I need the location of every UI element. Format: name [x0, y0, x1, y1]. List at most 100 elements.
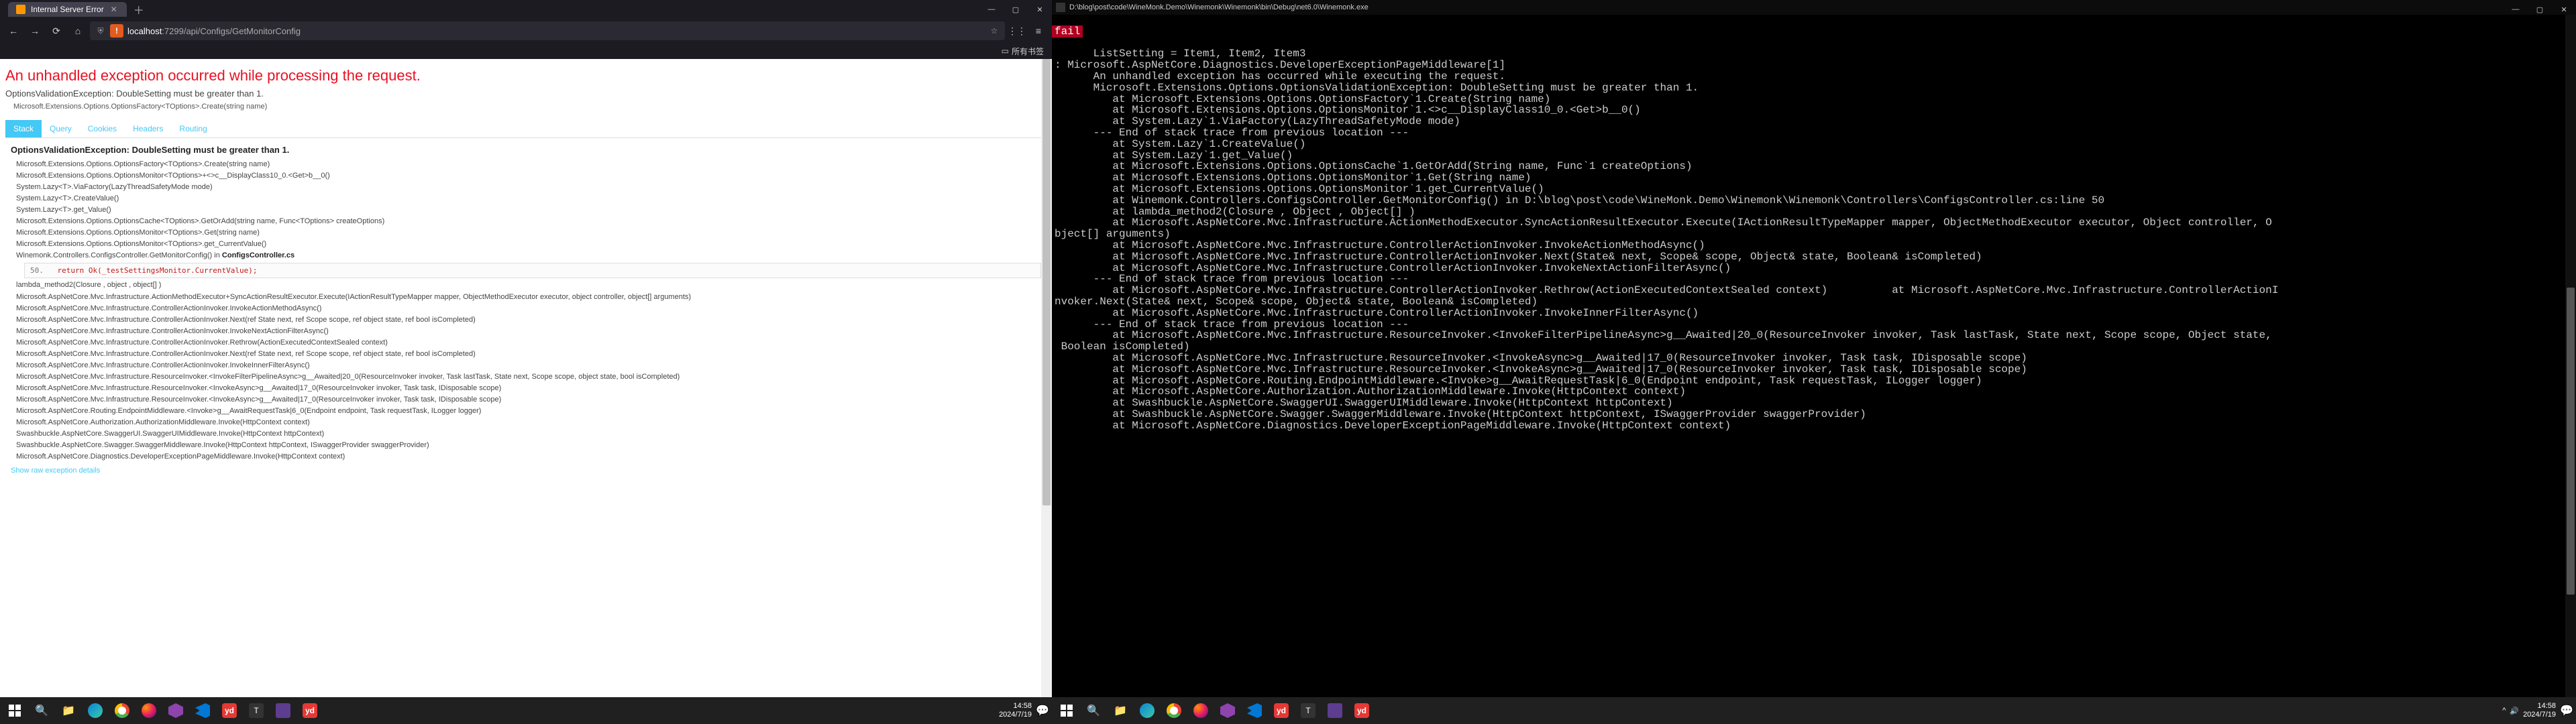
app-purple-icon[interactable]	[1323, 699, 1347, 723]
chrome-icon[interactable]	[110, 699, 134, 723]
user-frame[interactable]: Winemonk.Controllers.ConfigsController.G…	[16, 250, 1041, 261]
tab-cookies[interactable]: Cookies	[80, 120, 125, 137]
vscode-icon[interactable]	[191, 699, 215, 723]
stack-frame[interactable]: Microsoft.Extensions.Options.OptionsMoni…	[16, 170, 1041, 182]
stack-frames-bottom: lambda_method2(Closure , object , object…	[5, 280, 1046, 463]
tab-routing[interactable]: Routing	[171, 120, 215, 137]
stack-frame[interactable]: Microsoft.AspNetCore.Authorization.Autho…	[16, 417, 1041, 428]
window-minimize-icon[interactable]: ―	[979, 0, 1004, 19]
vs-icon[interactable]	[1216, 699, 1240, 723]
insecure-warn-icon[interactable]: !	[110, 24, 123, 38]
start-button[interactable]	[1055, 699, 1079, 723]
stack-frame[interactable]: Microsoft.AspNetCore.Routing.EndpointMid…	[16, 406, 1041, 417]
youdao2-icon[interactable]: yd	[298, 699, 322, 723]
stack-frame[interactable]: Swashbuckle.AspNetCore.Swagger.SwaggerMi…	[16, 440, 1041, 451]
stack-frame[interactable]: Microsoft.Extensions.Options.OptionsMoni…	[16, 239, 1041, 250]
page-scrollbar[interactable]	[1041, 59, 1052, 697]
url-bar[interactable]: ⛨ ! localhost:7299/api/Configs/GetMonito…	[90, 21, 1005, 40]
terminal-output[interactable]: fail ListSetting = Item1, Item2, Item3 :…	[1052, 15, 2576, 697]
terminal-titlebar: D:\blog\post\code\WineMonk.Demo\Winemonk…	[1052, 0, 2576, 15]
stack-frame[interactable]: Microsoft.Extensions.Options.OptionsFact…	[16, 159, 1041, 170]
terminal-scrollbar-thumb[interactable]	[2567, 288, 2575, 595]
stack-header: OptionsValidationException: DoubleSettin…	[5, 138, 1046, 159]
vscode-icon[interactable]	[1242, 699, 1267, 723]
notifications-icon[interactable]: 💬	[1036, 699, 1049, 723]
stack-frame[interactable]: Microsoft.AspNetCore.Mvc.Infrastructure.…	[16, 360, 1041, 371]
bookmark-label: 所有书签	[1012, 46, 1044, 57]
stack-frame[interactable]: Microsoft.AspNetCore.Mvc.Infrastructure.…	[16, 337, 1041, 349]
bookmark-all-folder[interactable]: ▭ 所有书签	[1002, 46, 1044, 57]
vs-icon[interactable]	[164, 699, 188, 723]
typora-icon[interactable]: T	[244, 699, 268, 723]
typora-icon[interactable]: T	[1296, 699, 1320, 723]
firefox-icon[interactable]	[1189, 699, 1213, 723]
edge-icon[interactable]	[83, 699, 107, 723]
clock-time: 14:58	[2523, 702, 2556, 711]
search-icon[interactable]: 🔍	[30, 699, 54, 723]
new-tab-button[interactable]: ＋	[131, 1, 147, 17]
code-snippet: 50. return Ok(_testSettingsMonitor.Curre…	[24, 263, 1041, 278]
terminal-title: D:\blog\post\code\WineMonk.Demo\Winemonk…	[1069, 3, 1368, 11]
browser-tab[interactable]: Internal Server Error ✕	[8, 2, 127, 17]
start-button[interactable]	[3, 699, 27, 723]
stack-frame[interactable]: System.Lazy<T>.get_Value()	[16, 204, 1041, 216]
terminal-app-icon	[1056, 3, 1065, 12]
stack-frame[interactable]: Microsoft.AspNetCore.Mvc.Infrastructure.…	[16, 292, 1041, 303]
stack-frame[interactable]: Microsoft.Extensions.Options.OptionsMoni…	[16, 227, 1041, 239]
system-tray[interactable]: ^ 🔊	[2502, 707, 2519, 715]
firefox-icon[interactable]	[137, 699, 161, 723]
extensions-icon[interactable]: ⋮⋮	[1008, 21, 1026, 40]
tab-stack[interactable]: Stack	[5, 120, 42, 137]
app-purple-icon[interactable]	[271, 699, 295, 723]
stack-frame[interactable]: Microsoft.AspNetCore.Mvc.Infrastructure.…	[16, 314, 1041, 326]
home-button[interactable]: ⌂	[68, 21, 87, 40]
notifications-icon[interactable]: 💬	[2560, 699, 2573, 723]
youdao2-icon[interactable]: yd	[1350, 699, 1374, 723]
stack-frame[interactable]: Swashbuckle.AspNetCore.SwaggerUI.Swagger…	[16, 428, 1041, 440]
stack-frame[interactable]: Microsoft.AspNetCore.Mvc.Infrastructure.…	[16, 371, 1041, 383]
youdao-icon[interactable]: yd	[1269, 699, 1293, 723]
tab-title: Internal Server Error	[31, 5, 104, 14]
reload-button[interactable]: ⟳	[47, 21, 66, 40]
stack-frame[interactable]: Microsoft.AspNetCore.Diagnostics.Develop…	[16, 451, 1041, 463]
stack-frame[interactable]: System.Lazy<T>.CreateValue()	[16, 193, 1041, 204]
window-maximize-icon[interactable]: ▢	[1004, 0, 1028, 19]
file-explorer-icon[interactable]: 📁	[1108, 699, 1132, 723]
stack-frame[interactable]: lambda_method2(Closure , object , object…	[16, 280, 1041, 291]
bookmark-star-icon[interactable]: ☆	[989, 25, 1000, 36]
shield-icon[interactable]: ⛨	[95, 25, 106, 36]
stack-frames-top: Microsoft.Extensions.Options.OptionsFact…	[5, 159, 1046, 250]
show-raw-exception-link[interactable]: Show raw exception details	[5, 463, 1046, 479]
taskbar-clock[interactable]: 14:58 2024/7/19	[999, 702, 1032, 719]
tab-query[interactable]: Query	[42, 120, 80, 137]
stack-frame[interactable]: Microsoft.Extensions.Options.OptionsCach…	[16, 216, 1041, 227]
stack-frame[interactable]: Microsoft.AspNetCore.Mvc.Infrastructure.…	[16, 349, 1041, 360]
stack-frame[interactable]: Microsoft.AspNetCore.Mvc.Infrastructure.…	[16, 303, 1041, 314]
edge-icon[interactable]	[1135, 699, 1159, 723]
taskbar-clock[interactable]: 14:58 2024/7/19	[2523, 702, 2556, 719]
url-host: localhost	[127, 26, 162, 36]
tab-headers[interactable]: Headers	[125, 120, 171, 137]
window-close-icon[interactable]: ✕	[1028, 0, 1052, 19]
tray-chevron-icon[interactable]: ^	[2502, 707, 2506, 715]
tab-close-icon[interactable]: ✕	[109, 5, 119, 14]
tray-volume-icon[interactable]: 🔊	[2510, 707, 2519, 715]
terminal-scrollbar[interactable]	[2565, 15, 2576, 697]
exception-source: Microsoft.Extensions.Options.OptionsFact…	[13, 103, 1046, 111]
exception-page: An unhandled exception occurred while pr…	[0, 59, 1052, 697]
stack-frame[interactable]: Microsoft.AspNetCore.Mvc.Infrastructure.…	[16, 326, 1041, 337]
forward-button[interactable]: →	[25, 21, 44, 40]
clock-time: 14:58	[999, 702, 1032, 711]
stack-frame[interactable]: System.Lazy<T>.ViaFactory(LazyThreadSafe…	[16, 182, 1041, 193]
back-button[interactable]: ←	[4, 21, 23, 40]
file-explorer-icon[interactable]: 📁	[56, 699, 80, 723]
stack-frame[interactable]: Microsoft.AspNetCore.Mvc.Infrastructure.…	[16, 394, 1041, 406]
app-menu-icon[interactable]: ≡	[1029, 21, 1048, 40]
url-text: localhost:7299/api/Configs/GetMonitorCon…	[127, 26, 985, 36]
stack-frame[interactable]: Microsoft.AspNetCore.Mvc.Infrastructure.…	[16, 383, 1041, 394]
youdao-icon[interactable]: yd	[217, 699, 241, 723]
page-scrollbar-thumb[interactable]	[1042, 59, 1051, 505]
chrome-icon[interactable]	[1162, 699, 1186, 723]
search-icon[interactable]: 🔍	[1081, 699, 1106, 723]
bookmark-bar: ▭ 所有书签	[0, 43, 1052, 59]
